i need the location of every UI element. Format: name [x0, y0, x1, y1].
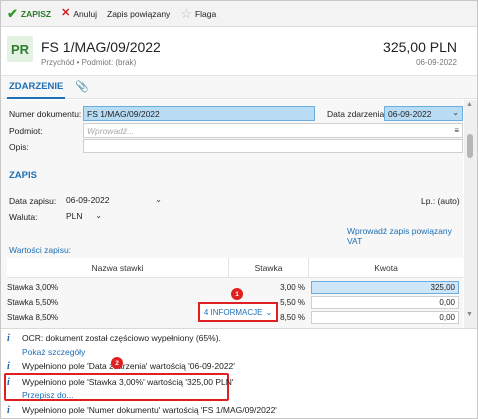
subject-input[interactable]: Wprowadź... ≡: [83, 123, 463, 138]
note-text: Wypełniono pole 'Numer dokumentu' wartoś…: [22, 405, 277, 415]
document-type-badge: PR: [7, 36, 33, 62]
entry-values-label: Wartości zapisu:: [9, 245, 72, 255]
toolbar: ✔ ZAPISZ ✕ Anuluj Zapis powiązany ☆ Flag…: [1, 1, 477, 27]
chevron-down-icon: ⌄: [95, 211, 102, 220]
column-header-rate: Stawka: [229, 258, 309, 278]
annotation-marker-1: 1: [231, 288, 243, 300]
info-count-label: 4 INFORMACJE: [203, 307, 263, 317]
note-text: Wypełniono pole 'Data zdarzenia' wartośc…: [22, 361, 235, 371]
tab-event[interactable]: ZDARZENIE: [7, 76, 66, 99]
amount-input[interactable]: 0,00: [311, 311, 459, 324]
close-icon: ✕: [61, 7, 71, 19]
subject-placeholder: Wprowadź...: [87, 126, 135, 136]
column-header-rate-name: Nazwa stawki: [7, 258, 229, 278]
event-date-select[interactable]: 06-09-2022 ⌄: [384, 106, 463, 121]
note-text: OCR: dokument został częściowo wypełnion…: [22, 333, 221, 343]
document-title: FS 1/MAG/09/2022: [41, 39, 161, 55]
vertical-scrollbar[interactable]: ▲ ▼: [464, 100, 477, 328]
vat-linked-entry-link[interactable]: Wprowadź zapis powiązany VAT: [347, 226, 463, 246]
subject-label: Podmiot:: [9, 126, 43, 136]
document-date: 06-09-2022: [416, 58, 457, 67]
rate-name-cell: Stawka 8,50%: [7, 313, 59, 322]
currency-label: Waluta:: [9, 212, 38, 222]
paperclip-icon[interactable]: 📎: [75, 80, 89, 93]
entry-date-label: Data zapisu:: [9, 196, 57, 206]
note-item: i OCR: dokument został częściowo wypełnio…: [7, 333, 221, 344]
linked-entry-label: Zapis powiązany: [107, 8, 171, 19]
entry-date-value: 06-09-2022: [66, 195, 110, 205]
amount-input[interactable]: 0,00: [311, 296, 459, 309]
currency-value: PLN: [66, 211, 83, 221]
copy-to-link[interactable]: Przepisz do...: [22, 390, 74, 400]
document-header: PR FS 1/MAG/09/2022 Przychód • Podmiot: …: [1, 28, 477, 74]
note-item: i Wypełniono pole 'Numer dokumentu' warto…: [7, 405, 277, 416]
linked-entry-button[interactable]: Zapis powiązany: [107, 4, 170, 24]
show-details-link[interactable]: Pokaż szczegóły: [22, 347, 85, 357]
event-date-label: Data zdarzenia:: [327, 109, 387, 119]
document-window: ✔ ZAPISZ ✕ Anuluj Zapis powiązany ☆ Flag…: [0, 0, 478, 419]
info-icon: i: [7, 377, 10, 388]
scroll-down-icon[interactable]: ▼: [466, 311, 473, 318]
column-header-amount: Kwota: [309, 258, 463, 278]
menu-icon[interactable]: ≡: [454, 126, 459, 135]
save-label: ZAPISZ: [20, 8, 52, 19]
note-text: Wypełniono pole 'Stawka 3,00%' wartością…: [22, 377, 234, 387]
event-date-value: 06-09-2022: [388, 109, 432, 119]
flag-button[interactable]: ☆ Flaga: [180, 4, 216, 24]
document-amount: 325,00 PLN: [383, 39, 457, 55]
info-icon: i: [7, 361, 10, 372]
scroll-thumb[interactable]: [467, 134, 473, 158]
chevron-down-icon: ⌄: [452, 108, 459, 117]
amount-input[interactable]: 325,00: [311, 281, 459, 294]
rate-name-cell: Stawka 3,00%: [7, 283, 59, 292]
info-icon: i: [7, 405, 10, 416]
doc-number-input[interactable]: FS 1/MAG/09/2022: [83, 106, 315, 121]
doc-number-label: Numer dokumentu:: [9, 109, 82, 119]
info-count-button[interactable]: 4 INFORMACJE ⌄: [198, 302, 278, 322]
description-label: Opis:: [9, 142, 29, 152]
cancel-label: Anuluj: [73, 8, 97, 19]
info-notes-panel: i OCR: dokument został częściowo wypełnio…: [1, 328, 477, 418]
scroll-up-icon[interactable]: ▲: [466, 101, 473, 108]
star-icon: ☆: [180, 6, 192, 21]
annotation-marker-2: 2: [111, 357, 123, 369]
lp-label: Lp.: (auto): [421, 196, 460, 206]
info-icon: i: [7, 333, 10, 344]
note-item: i Wypełniono pole 'Stawka 3,00%' wartości…: [7, 377, 233, 388]
rate-name-cell: Stawka 5,50%: [7, 298, 59, 307]
entry-date-select[interactable]: 06-09-2022 ⌄: [66, 194, 162, 208]
flag-label: Flaga: [194, 8, 217, 19]
chevron-down-icon: ⌄: [155, 195, 162, 204]
entry-section-title: ZAPIS: [9, 170, 37, 181]
chevron-down-icon: ⌄: [265, 307, 273, 317]
description-input[interactable]: [83, 139, 463, 153]
cancel-button[interactable]: ✕ Anuluj: [61, 4, 97, 24]
currency-select[interactable]: PLN ⌄: [66, 210, 102, 224]
save-button[interactable]: ✔ ZAPISZ: [7, 4, 51, 24]
tab-bar: ZDARZENIE 📎: [1, 75, 477, 99]
document-subtitle: Przychód • Podmiot: (brak): [41, 58, 137, 67]
checkmark-icon: ✔: [7, 6, 18, 21]
